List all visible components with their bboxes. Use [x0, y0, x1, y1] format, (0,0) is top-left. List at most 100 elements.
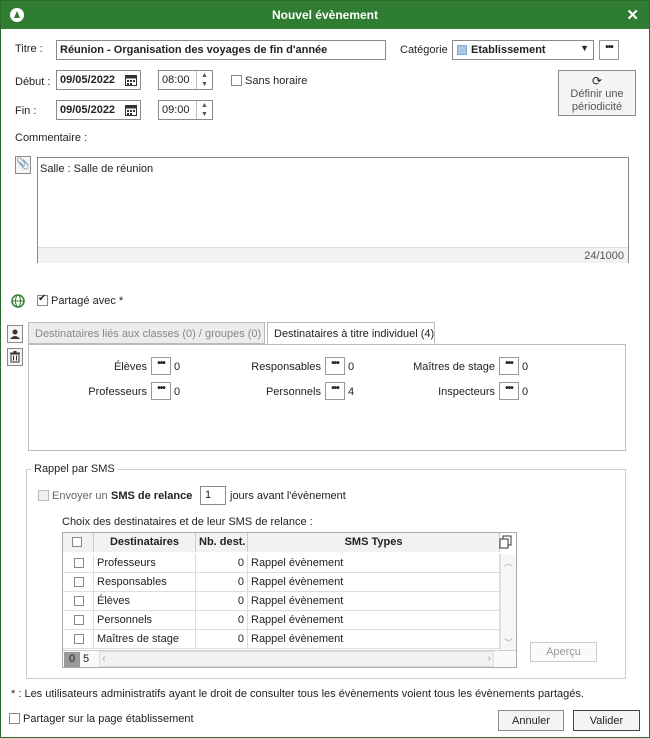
row-sms-type[interactable]: Rappel évènement — [248, 611, 500, 630]
spin-up-icon: ▲ — [201, 72, 208, 79]
recipient-label-eleves: Élèves — [113, 361, 147, 373]
end-time-spinner[interactable]: ▲ ▼ — [196, 101, 212, 119]
row-sms-type[interactable]: Rappel évènement — [248, 554, 500, 573]
scroll-left-icon[interactable]: ‹ — [102, 653, 106, 665]
share-page-checkbox[interactable] — [9, 713, 20, 724]
category-value: Etablissement — [471, 44, 546, 56]
spin-up-icon: ▲ — [201, 102, 208, 109]
comment-text: Salle : Salle de réunion — [40, 163, 154, 175]
spin-down-icon: ▼ — [201, 81, 208, 88]
footnote: * : Les utilisateurs administratifs ayan… — [11, 688, 584, 700]
row-count: 0 — [196, 630, 248, 649]
vertical-scrollbar[interactable]: ︿ ﹀ — [500, 554, 516, 650]
sms-send-suffix: jours avant l'évènement — [230, 490, 346, 502]
start-date-input[interactable]: 09/05/2022 — [56, 70, 141, 90]
globe-icon — [11, 294, 25, 308]
recipient-more-responsables[interactable]: ••• — [325, 357, 345, 375]
row-sms-type[interactable]: Rappel évènement — [248, 573, 500, 592]
start-time-input[interactable]: 08:00 ▲ ▼ — [158, 70, 213, 90]
recipient-label-professeurs: Professeurs — [88, 386, 147, 398]
table-row[interactable]: Professeurs 0 Rappel évènement — [63, 554, 500, 573]
scroll-up-icon[interactable]: ︿ — [504, 556, 513, 569]
calendar-icon[interactable] — [125, 74, 137, 86]
title-input[interactable]: Réunion - Organisation des voyages de fi… — [56, 40, 386, 60]
grid-header-select[interactable] — [63, 533, 94, 552]
sms-section-label: Rappel par SMS — [31, 463, 118, 475]
comment-counter: 24/1000 — [584, 250, 624, 262]
recipient-more-maitres-de-stage[interactable]: ••• — [499, 357, 519, 375]
close-icon[interactable]: ✕ — [626, 6, 639, 24]
category-select[interactable]: Etablissement ▼ — [452, 40, 594, 60]
row-checkbox[interactable] — [74, 577, 84, 587]
scroll-right-icon[interactable]: › — [487, 653, 491, 665]
grid-footer: 0 5 ‹ › — [63, 650, 516, 667]
select-all-checkbox[interactable] — [72, 537, 82, 547]
table-row[interactable]: Maîtres de stage 0 Rappel évènement — [63, 630, 500, 649]
no-time-label: Sans horaire — [245, 75, 308, 87]
row-checkbox[interactable] — [74, 634, 84, 644]
cancel-button[interactable]: Annuler — [498, 710, 564, 731]
preview-button[interactable]: Aperçu — [530, 642, 597, 662]
end-time-input[interactable]: 09:00 ▲ ▼ — [158, 100, 213, 120]
row-checkbox[interactable] — [74, 615, 84, 625]
row-count: 0 — [196, 554, 248, 573]
comment-label: Commentaire : — [15, 132, 88, 144]
no-time-checkbox[interactable] — [231, 75, 242, 86]
end-label: Fin : — [15, 105, 37, 117]
row-destinataire: Élèves — [94, 592, 196, 611]
sms-send-checkbox[interactable] — [38, 490, 49, 501]
row-sms-type[interactable]: Rappel évènement — [248, 592, 500, 611]
comment-textarea[interactable]: Salle : Salle de réunion 24/1000 — [37, 157, 629, 263]
recipient-more-inspecteurs[interactable]: ••• — [499, 382, 519, 400]
row-count: 0 — [196, 611, 248, 630]
shared-label: Partagé avec * — [51, 295, 124, 307]
category-more-button[interactable]: ••• — [599, 40, 619, 60]
row-sms-type[interactable]: Rappel évènement — [248, 630, 500, 649]
grid-header-sms-types[interactable]: SMS Types — [248, 533, 500, 552]
recipient-label-inspecteurs: Inspecteurs — [438, 386, 495, 398]
sms-choice-label: Choix des destinataires et de leur SMS d… — [62, 516, 313, 528]
recipient-count-inspecteurs: 0 — [522, 386, 529, 398]
table-row[interactable]: Élèves 0 Rappel évènement — [63, 592, 500, 611]
refresh-icon: ⟳ — [591, 74, 603, 88]
row-destinataire: Professeurs — [94, 554, 196, 573]
paperclip-icon[interactable]: 📎 — [15, 156, 31, 174]
user-icon[interactable] — [7, 325, 23, 343]
grid-header-destinataires[interactable]: Destinataires — [94, 533, 196, 552]
row-checkbox[interactable] — [74, 596, 84, 606]
sms-recipients-grid: Destinataires Nb. dest. SMS Types Profes… — [62, 532, 517, 668]
validate-button[interactable]: Valider — [573, 710, 640, 731]
event-dialog: Nouvel évènement ✕ Titre : Réunion - Org… — [0, 0, 650, 738]
recipient-label-responsables: Responsables — [251, 361, 321, 373]
recipient-more-eleves[interactable]: ••• — [151, 357, 171, 375]
share-page-label: Partager sur la page établissement — [23, 713, 194, 725]
selected-count: 0 — [64, 652, 80, 667]
row-checkbox[interactable] — [74, 558, 84, 568]
start-time-spinner[interactable]: ▲ ▼ — [196, 71, 212, 89]
row-destinataire: Responsables — [94, 573, 196, 592]
recipient-count-personnels: 4 — [348, 386, 355, 398]
tab-individual-recipients[interactable]: Destinataires à titre individuel (4) — [267, 322, 435, 344]
category-label: Catégorie — [400, 44, 448, 56]
table-row[interactable]: Personnels 0 Rappel évènement — [63, 611, 500, 630]
recipient-more-personnels[interactable]: ••• — [325, 382, 345, 400]
copy-icon[interactable] — [499, 535, 513, 549]
sms-days-input[interactable]: 1 — [200, 486, 226, 505]
table-row[interactable]: Responsables 0 Rappel évènement — [63, 573, 500, 592]
calendar-icon[interactable] — [125, 104, 137, 116]
end-date-input[interactable]: 09/05/2022 — [56, 100, 141, 120]
tab-class-recipients[interactable]: Destinataires liés aux classes (0) / gro… — [28, 322, 265, 344]
define-periodicity-button[interactable]: ⟳ Définir une périodicité — [558, 70, 636, 116]
grid-header-nb-dest[interactable]: Nb. dest. — [196, 533, 248, 552]
recipient-more-professeurs[interactable]: ••• — [151, 382, 171, 400]
comment-footer: 24/1000 — [38, 247, 628, 263]
sms-send-prefix: Envoyer un — [52, 490, 108, 502]
shared-checkbox[interactable] — [37, 293, 48, 306]
end-date-value: 09/05/2022 — [60, 104, 116, 116]
scroll-down-icon[interactable]: ﹀ — [504, 636, 513, 649]
title-bar: Nouvel évènement ✕ — [1, 1, 649, 29]
horizontal-scrollbar[interactable]: ‹ › — [99, 651, 494, 667]
trash-icon[interactable] — [7, 348, 23, 366]
periodicity-label: Définir une périodicité — [570, 88, 624, 113]
title-label: Titre : — [15, 43, 43, 55]
